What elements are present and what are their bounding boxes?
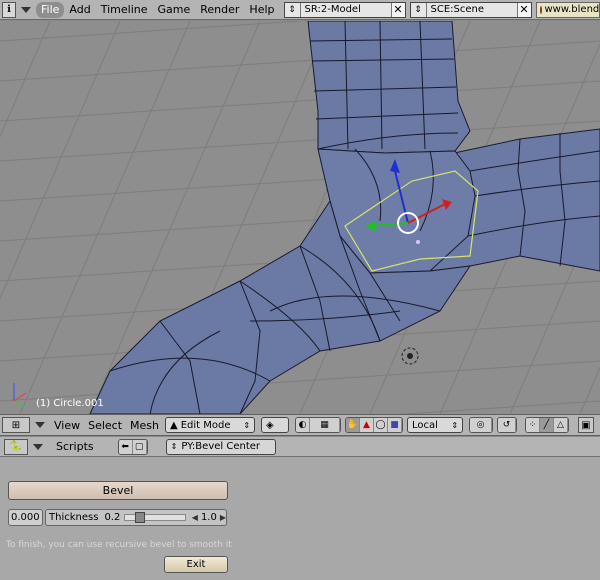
edge-select-icon[interactable]: ╱ bbox=[540, 418, 555, 432]
scripts-editor-icon[interactable]: 🐍 bbox=[4, 438, 28, 455]
scene-selector[interactable]: ⇕ SCE:Scene ✕ bbox=[409, 1, 532, 18]
translate-icon[interactable]: ▲ bbox=[360, 418, 375, 432]
menu-render[interactable]: Render bbox=[195, 2, 244, 18]
screen-close-icon[interactable]: ✕ bbox=[390, 2, 405, 17]
thickness-slider-handle[interactable] bbox=[135, 512, 146, 523]
recursion-value-field[interactable]: 0.000 bbox=[8, 509, 43, 526]
scale-icon[interactable]: ■ bbox=[388, 418, 403, 432]
thickness-max-value[interactable]: 1.0 bbox=[201, 512, 217, 523]
layer-buttons[interactable]: ◐ ▦ bbox=[295, 417, 342, 433]
menu-select[interactable]: Select bbox=[84, 419, 126, 432]
mode-selector[interactable]: ▲ Edit Mode ⇕ bbox=[165, 417, 256, 433]
mesh-object[interactable] bbox=[89, 21, 600, 414]
screen-selector[interactable]: ⇕ SR:2-Model ✕ bbox=[283, 1, 406, 18]
blender-logo-icon bbox=[539, 5, 542, 14]
scene-close-icon[interactable]: ✕ bbox=[516, 2, 531, 17]
editor-type-icon[interactable]: ⊞ bbox=[2, 417, 30, 433]
menu-game[interactable]: Game bbox=[153, 2, 196, 18]
manipulator-buttons[interactable]: ✋ ▲ ◯ ■ bbox=[345, 417, 404, 433]
proportional-edit-button[interactable]: ◎ bbox=[469, 417, 494, 433]
dropdown-arrow-icon: ⇕ bbox=[243, 420, 251, 430]
hand-manipulator-icon[interactable]: ✋ bbox=[346, 418, 361, 432]
menu-view[interactable]: View bbox=[50, 419, 84, 432]
menu-add[interactable]: Add bbox=[64, 2, 95, 18]
rotate-icon[interactable]: ◯ bbox=[374, 418, 389, 432]
undo-button[interactable]: ↺ bbox=[497, 417, 518, 433]
menu-file[interactable]: File bbox=[36, 1, 65, 18]
object-info-label: (1) Circle.001 bbox=[36, 398, 104, 409]
layer-grid-icon[interactable]: ▦ bbox=[310, 418, 341, 432]
orientation-selector[interactable]: Local ⇕ bbox=[407, 417, 464, 433]
thickness-label: Thickness bbox=[49, 512, 99, 523]
scene-browse-icon[interactable]: ⇕ bbox=[411, 2, 427, 17]
scripts-window: 🐍 Scripts ⬅ ▢ ⇕ PY:Bevel Center Bevel 0.… bbox=[0, 437, 600, 580]
object-center-dot bbox=[416, 240, 420, 244]
viewport-canvas[interactable] bbox=[0, 21, 600, 414]
3d-view-header: ⊞ View Select Mesh ▲ Edit Mode ⇕ ◈ ◐ ▦ ✋… bbox=[0, 414, 600, 436]
bevel-button[interactable]: Bevel bbox=[8, 481, 228, 500]
website-link[interactable]: www.blender bbox=[535, 1, 600, 18]
menu-mesh[interactable]: Mesh bbox=[126, 419, 163, 432]
render-icon[interactable]: ▣ bbox=[578, 417, 594, 433]
menu-timeline[interactable]: Timeline bbox=[96, 2, 153, 18]
scripts-menu[interactable]: Scripts bbox=[52, 440, 98, 453]
script-name-label[interactable]: PY:Bevel Center bbox=[181, 441, 260, 452]
info-header: ℹ File Add Timeline Game Render Help ⇕ S… bbox=[0, 0, 600, 20]
dropdown-arrow-icon: ⇕ bbox=[170, 442, 178, 451]
info-window-icon[interactable]: ℹ bbox=[2, 1, 16, 18]
vertex-select-icon[interactable]: ⁘ bbox=[526, 418, 541, 432]
pivot-icon[interactable]: ◐ bbox=[296, 418, 311, 432]
3d-cursor-icon[interactable] bbox=[401, 347, 419, 365]
proportional-edit-icon[interactable]: ◎ bbox=[470, 418, 493, 432]
back-arrow-icon[interactable]: ⬅ bbox=[118, 439, 133, 454]
menu-help[interactable]: Help bbox=[244, 2, 279, 18]
script-nav-buttons[interactable]: ⬅ ▢ bbox=[117, 438, 148, 455]
scripts-header: 🐍 Scripts ⬅ ▢ ⇕ PY:Bevel Center bbox=[0, 437, 600, 457]
increase-arrow-icon[interactable]: ▶ bbox=[220, 513, 226, 522]
hint-text: To finish, you can use recursive bevel t… bbox=[6, 540, 232, 550]
collapse-menu-icon[interactable] bbox=[35, 422, 45, 428]
edit-mode-icon: ▲ bbox=[170, 419, 178, 431]
screen-browse-icon[interactable]: ⇕ bbox=[285, 2, 301, 17]
decrease-arrow-icon[interactable]: ◀ bbox=[192, 513, 198, 522]
undo-icon[interactable]: ↺ bbox=[498, 418, 517, 432]
select-mode-buttons[interactable]: ⁘ ╱ △ bbox=[525, 417, 570, 433]
face-select-icon[interactable]: △ bbox=[554, 418, 569, 432]
thickness-track[interactable] bbox=[124, 512, 186, 523]
thickness-slider[interactable]: Thickness 0.2 ◀ 1.0 ▶ bbox=[45, 509, 227, 526]
collapse-menu-icon[interactable] bbox=[21, 6, 31, 13]
window-icon[interactable]: ▢ bbox=[132, 439, 147, 454]
collapse-menu-icon[interactable] bbox=[33, 443, 43, 450]
exit-button[interactable]: Exit bbox=[164, 556, 228, 573]
draw-type-icon: ◈ bbox=[266, 419, 274, 431]
dropdown-arrow-icon: ⇕ bbox=[451, 420, 459, 430]
mode-label[interactable]: Edit Mode bbox=[181, 420, 231, 431]
script-selector[interactable]: ⇕ PY:Bevel Center bbox=[165, 438, 276, 455]
scene-name[interactable]: SCE:Scene bbox=[427, 4, 517, 15]
website-url[interactable]: www.blender bbox=[545, 4, 600, 15]
draw-type-selector[interactable]: ◈ bbox=[261, 417, 290, 433]
screen-name[interactable]: SR:2-Model bbox=[301, 4, 391, 15]
orientation-label[interactable]: Local bbox=[412, 420, 438, 431]
thickness-value[interactable]: 0.2 bbox=[98, 512, 120, 523]
3d-viewport[interactable]: (1) Circle.001 bbox=[0, 21, 600, 414]
